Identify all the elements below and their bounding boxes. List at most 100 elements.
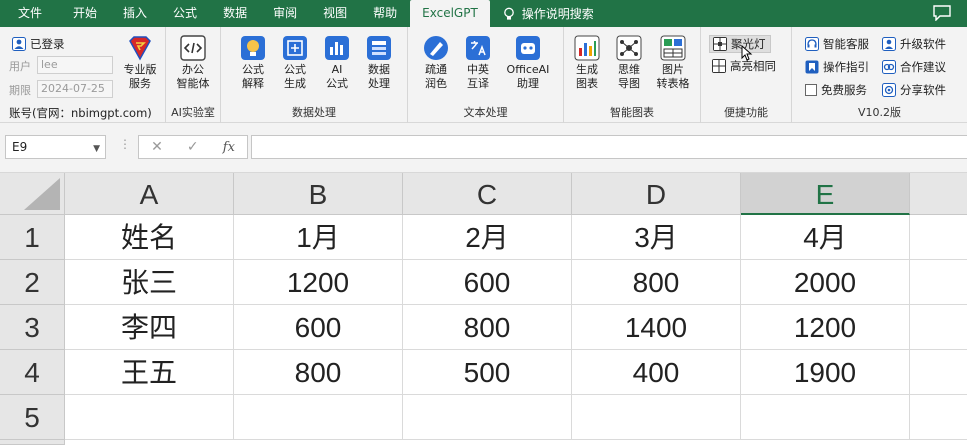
tell-me-search[interactable]: 操作说明搜索 (490, 0, 594, 27)
free-service-check-box[interactable] (805, 84, 817, 96)
cell-d5[interactable] (572, 395, 741, 440)
smart-chart-group-label: 智能图表 (610, 106, 654, 119)
mind-map-button[interactable]: 思维 导图 (609, 35, 649, 91)
generate-chart-button[interactable]: 生成 图表 (567, 35, 607, 91)
row-header-1[interactable]: 1 (0, 215, 65, 260)
cell-b1[interactable]: 1月 (234, 215, 403, 260)
ai-formula-button[interactable]: AI 公式 (317, 35, 357, 91)
cell-f5[interactable] (910, 395, 967, 440)
formula-generate-button[interactable]: 公式 生成 (275, 35, 315, 91)
row-header-6[interactable] (0, 440, 65, 445)
login-status: 已登录 (12, 35, 65, 53)
cell-f4[interactable] (910, 350, 967, 395)
insert-function-icon[interactable]: fx (223, 140, 235, 155)
cell-c3[interactable]: 800 (403, 305, 572, 350)
cell-a1[interactable]: 姓名 (65, 215, 234, 260)
tab-data[interactable]: 数据 (210, 0, 260, 27)
cell-e4[interactable]: 1900 (741, 350, 910, 395)
cooperation-label: 合作建议 (900, 60, 946, 74)
select-all-corner[interactable] (0, 173, 65, 215)
user-field: lee (37, 56, 113, 74)
mouse-cursor-icon (741, 45, 753, 61)
mind-map-label: 思维 导图 (618, 63, 640, 90)
free-service-checkbox[interactable]: 免费服务 (805, 81, 867, 99)
comment-icon[interactable] (933, 5, 951, 21)
share-button[interactable]: 分享软件 (882, 81, 946, 99)
cell-b2[interactable]: 1200 (234, 260, 403, 305)
tab-view[interactable]: 视图 (310, 0, 360, 27)
cell-f1[interactable] (910, 215, 967, 260)
spotlight-button[interactable]: 聚光灯 (709, 35, 771, 53)
formula-explain-label: 公式 解释 (242, 63, 264, 90)
cell-a5[interactable] (65, 395, 234, 440)
translate-label: 中英 互译 (467, 63, 489, 90)
robot-icon (516, 36, 540, 60)
cell-b5[interactable] (234, 395, 403, 440)
polish-button[interactable]: 疏通 润色 (416, 35, 456, 91)
cell-f2[interactable] (910, 260, 967, 305)
cell-d4[interactable]: 400 (572, 350, 741, 395)
pro-service-label: 专业版 服务 (123, 63, 157, 90)
tab-review[interactable]: 审阅 (260, 0, 310, 27)
tab-excelgpt[interactable]: ExcelGPT (410, 0, 490, 27)
pro-service-button[interactable]: 专业版 服务 (117, 35, 163, 91)
row-header-5[interactable]: 5 (0, 395, 65, 440)
column-header-c[interactable]: C (403, 173, 572, 215)
group-version: 智能客服 升级软件 操作指引 合作建议 免费服务 分享软件 V10.2版 (792, 27, 967, 123)
column-header-f[interactable] (910, 173, 967, 215)
ribbon: 已登录 用户 lee 期限 2024-07-25 专业版 服务 账号(官网：nb… (0, 27, 967, 123)
row-header-2[interactable]: 2 (0, 260, 65, 305)
expiry-field: 2024-07-25 (37, 80, 113, 98)
upgrade-button[interactable]: 升级软件 (882, 35, 946, 53)
cell-d3[interactable]: 1400 (572, 305, 741, 350)
user-label: 用户 (9, 60, 31, 73)
tab-formulas[interactable]: 公式 (160, 0, 210, 27)
cell-b4[interactable]: 800 (234, 350, 403, 395)
row-header-4[interactable]: 4 (0, 350, 65, 395)
cell-a4[interactable]: 王五 (65, 350, 234, 395)
cell-c1[interactable]: 2月 (403, 215, 572, 260)
cell-d2[interactable]: 800 (572, 260, 741, 305)
guide-button[interactable]: 操作指引 (805, 58, 869, 76)
version-group-label: V10.2版 (857, 106, 902, 119)
row-header-3[interactable]: 3 (0, 305, 65, 350)
officeai-assistant-button[interactable]: OfficeAI 助理 (500, 35, 556, 91)
cell-e1[interactable]: 4月 (741, 215, 910, 260)
column-header-a[interactable]: A (65, 173, 234, 215)
column-header-b[interactable]: B (234, 173, 403, 215)
tab-file[interactable]: 文件 (0, 0, 60, 27)
support-icon (805, 37, 819, 51)
data-process-button[interactable]: 数据 处理 (359, 35, 399, 91)
cell-b3[interactable]: 600 (234, 305, 403, 350)
formula-explain-button[interactable]: 公式 解释 (233, 35, 273, 91)
guide-icon (805, 60, 819, 74)
cooperation-button[interactable]: 合作建议 (882, 58, 946, 76)
confirm-icon[interactable]: ✓ (187, 139, 199, 155)
highlight-same-label: 高亮相同 (730, 59, 776, 73)
column-header-e[interactable]: E (741, 173, 910, 215)
name-box-dropdown-icon[interactable]: ▼ (93, 138, 100, 160)
cell-a2[interactable]: 张三 (65, 260, 234, 305)
tab-help[interactable]: 帮助 (360, 0, 410, 27)
smart-support-button[interactable]: 智能客服 (805, 35, 869, 53)
cell-a3[interactable]: 李四 (65, 305, 234, 350)
formula-bar-grip-icon[interactable]: ⋮ (119, 137, 132, 151)
column-header-d[interactable]: D (572, 173, 741, 215)
group-text-processing: 疏通 润色 中英 互译 OfficeAI 助理 文本处理 (408, 27, 564, 123)
tab-insert[interactable]: 插入 (110, 0, 160, 27)
cell-e2[interactable]: 2000 (741, 260, 910, 305)
cancel-icon[interactable]: ✕ (151, 139, 163, 155)
translate-button[interactable]: 中英 互译 (458, 35, 498, 91)
cell-d1[interactable]: 3月 (572, 215, 741, 260)
cell-c4[interactable]: 500 (403, 350, 572, 395)
office-agent-button[interactable]: 办公 智能体 (173, 35, 213, 91)
formula-input[interactable] (251, 135, 967, 159)
name-box[interactable]: E9 ▼ (5, 135, 106, 159)
image-to-table-button[interactable]: 图片 转表格 (651, 35, 695, 91)
cell-e3[interactable]: 1200 (741, 305, 910, 350)
cell-c2[interactable]: 600 (403, 260, 572, 305)
cell-e5[interactable] (741, 395, 910, 440)
cell-c5[interactable] (403, 395, 572, 440)
cell-f3[interactable] (910, 305, 967, 350)
tab-home[interactable]: 开始 (60, 0, 110, 27)
